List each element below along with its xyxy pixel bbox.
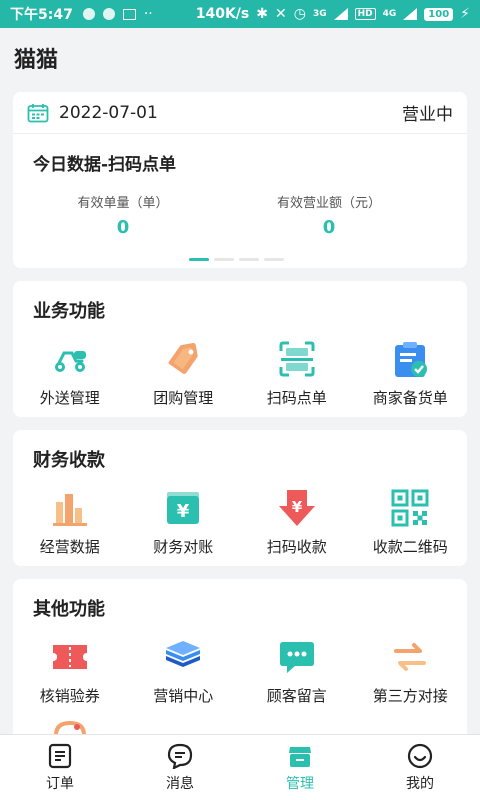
swap-arrows-icon	[394, 643, 427, 671]
today-data-card: 2022-07-01 营业中 今日数据-扫码点单 有效单量（单） 0 有效营业额…	[13, 92, 467, 268]
stat-value: 0	[322, 217, 336, 238]
bar-chart-icon	[52, 494, 87, 526]
tab-label: 管理	[286, 776, 314, 792]
section-title: 业务功能	[33, 301, 105, 322]
grid-label: 第三方对接	[372, 687, 448, 705]
notification-icon	[82, 8, 95, 20]
partial-grid-row	[13, 721, 127, 735]
customer-messages-button[interactable]: 顾客留言	[240, 637, 354, 706]
battery-icon: 100	[424, 7, 454, 21]
grid-label: 扫码点单	[266, 389, 327, 407]
payment-qr-code-button[interactable]: 收款二维码	[354, 488, 468, 557]
tab-profile[interactable]: 我的	[360, 735, 480, 800]
bottom-tab-bar: 订单 消息 管理 我的	[0, 734, 480, 800]
clipboard-check-icon	[395, 342, 428, 377]
tab-label: 我的	[406, 776, 434, 792]
merchant-stock-list-button[interactable]: 商家备货单	[354, 339, 468, 408]
signal-icon	[333, 8, 348, 20]
bluetooth-icon: ✱	[256, 6, 268, 22]
coupon-verification-button[interactable]: 核销验券	[13, 637, 127, 706]
more-dots-icon: ··	[143, 6, 153, 22]
grid-label: 扫码收款	[266, 538, 327, 556]
grid-label: 顾客留言	[266, 687, 327, 705]
signal-4g-label: 4G	[382, 9, 397, 19]
business-data-button[interactable]: 经营数据	[13, 488, 127, 557]
tab-management[interactable]: 管理	[240, 735, 360, 800]
business-section: 业务功能 外送管理 团购管理 扫码点单 商家备货单	[13, 281, 467, 417]
scan-collect-button[interactable]: ¥ 扫码收款	[240, 488, 354, 557]
svg-text:¥: ¥	[292, 498, 303, 516]
signal-3g-label: 3G	[312, 9, 327, 19]
scan-icon	[279, 341, 315, 377]
grid-label: 收款二维码	[372, 538, 448, 556]
grid-label: 核销验券	[39, 687, 100, 705]
layers-icon	[166, 641, 201, 667]
grid-label: 外送管理	[39, 389, 100, 407]
carousel-dot	[239, 258, 259, 261]
smile-icon	[407, 743, 433, 769]
finance-reconciliation-button[interactable]: ¥ 财务对账	[127, 488, 241, 557]
scooter-icon	[54, 351, 86, 372]
qr-code-icon	[391, 489, 429, 527]
status-time: 下午5:47	[10, 7, 73, 23]
message-icon	[167, 743, 193, 769]
stat-label: 有效单量（单）	[77, 196, 169, 211]
group-buy-management-button[interactable]: 团购管理	[127, 339, 241, 408]
grid-label: 营销中心	[153, 687, 214, 705]
status-bar: 下午5:47 ·· 140K/s ✱ ✕ ◷ 3G HD 4G 100 ⚡	[0, 0, 480, 28]
yuan-wallet-icon: ¥	[167, 492, 200, 524]
stat-label: 有效营业额（元）	[276, 196, 381, 211]
section-title: 其他功能	[33, 599, 105, 620]
marketing-center-button[interactable]: 营销中心	[127, 637, 241, 706]
svg-text:¥: ¥	[177, 501, 190, 522]
signal-icon-2	[403, 8, 418, 20]
carousel-indicator	[189, 258, 284, 261]
delivery-management-button[interactable]: 外送管理	[13, 339, 127, 408]
tab-orders[interactable]: 订单	[0, 735, 120, 800]
grid-label: 财务对账	[153, 538, 214, 556]
section-title: 财务收款	[33, 450, 105, 471]
carousel-dot	[214, 258, 234, 261]
hd-badge: HD	[354, 8, 376, 20]
stat-valid-orders: 有效单量（单） 0	[13, 192, 233, 238]
carousel-dot	[264, 258, 284, 261]
charging-icon: ⚡	[460, 6, 470, 22]
page-title: 猫猫	[14, 48, 59, 73]
other-functions-section: 其他功能 核销验券 营销中心 顾客留言 第三方对接	[13, 579, 467, 749]
date-row[interactable]: 2022-07-01 营业中	[13, 92, 467, 134]
third-party-integration-button[interactable]: 第三方对接	[354, 637, 468, 706]
tab-label: 消息	[166, 776, 194, 792]
network-speed: 140K/s	[195, 6, 250, 22]
today-data-title: 今日数据-扫码点单	[33, 155, 177, 175]
ticket-icon	[52, 645, 87, 669]
grid-label: 团购管理	[153, 389, 214, 407]
mute-icon: ✕	[275, 6, 287, 22]
alarm-icon: ◷	[293, 6, 306, 22]
stat-valid-revenue: 有效营业额（元） 0	[219, 192, 439, 238]
grid-label: 商家备货单	[372, 389, 448, 407]
carousel-dot	[189, 258, 209, 261]
stat-value: 0	[116, 217, 130, 238]
tab-label: 订单	[46, 776, 74, 792]
store-icon	[289, 747, 311, 767]
yuan-down-arrow-icon: ¥	[278, 490, 315, 526]
tag-icon	[168, 343, 199, 374]
scan-order-button[interactable]: 扫码点单	[240, 339, 354, 408]
calendar-icon	[27, 103, 49, 122]
wechat-icon	[102, 8, 115, 20]
current-date: 2022-07-01	[59, 102, 158, 123]
order-list-icon	[48, 743, 72, 769]
finance-section: 财务收款 经营数据 ¥ 财务对账 ¥ 扫码收款 收款二维码	[13, 430, 467, 566]
business-status[interactable]: 营业中	[402, 100, 453, 125]
chat-bubble-icon	[279, 642, 314, 673]
image-icon	[122, 8, 136, 20]
tab-messages[interactable]: 消息	[120, 735, 240, 800]
headset-icon[interactable]	[50, 721, 90, 735]
grid-label: 经营数据	[39, 538, 100, 556]
